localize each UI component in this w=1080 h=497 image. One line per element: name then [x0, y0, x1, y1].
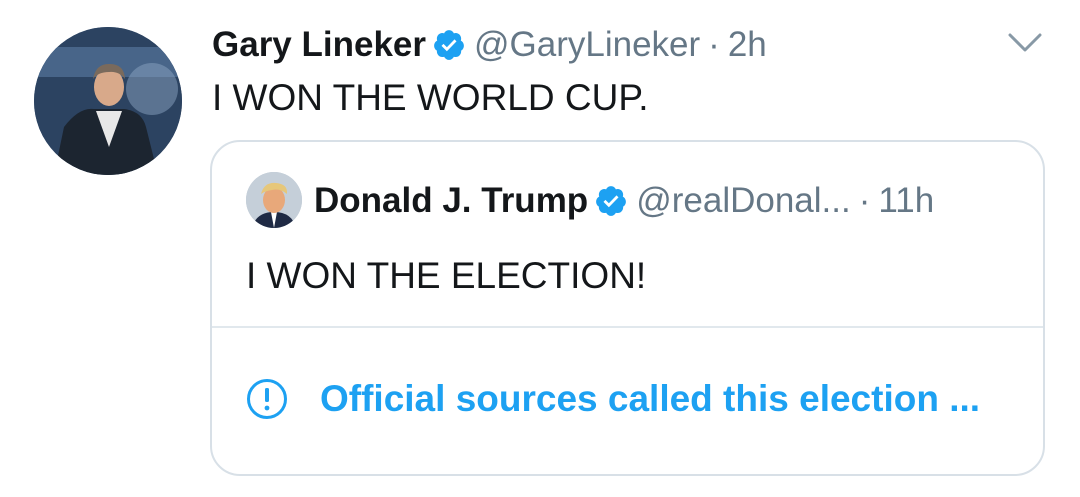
election-notice-link[interactable]: Official sources called this election ..… — [246, 374, 980, 424]
separator-dot: · — [858, 181, 871, 220]
avatar-photo — [34, 27, 182, 175]
author-name[interactable]: Gary Lineker — [212, 22, 426, 68]
verified-badge-icon — [432, 28, 466, 62]
author-handle[interactable]: @GaryLineker — [474, 22, 700, 68]
donald-trump-avatar[interactable] — [246, 172, 302, 228]
verified-badge-icon — [594, 184, 628, 218]
chevron-down-icon[interactable] — [1006, 30, 1044, 56]
tweet-timestamp[interactable]: 2h — [728, 22, 767, 68]
quoted-author-name[interactable]: Donald J. Trump — [314, 178, 588, 224]
divider — [212, 326, 1043, 328]
tweet-header: Gary Lineker @GaryLineker · 2h — [212, 20, 767, 70]
separator-dot: · — [708, 25, 720, 64]
election-notice-text[interactable]: Official sources called this election ..… — [320, 378, 980, 420]
quoted-tweet-card[interactable]: Donald J. Trump @realDonal... · 11h I WO… — [210, 140, 1045, 476]
quoted-author-handle[interactable]: @realDonal... — [636, 178, 851, 224]
avatar-photo — [246, 172, 302, 228]
quoted-tweet-timestamp[interactable]: 11h — [878, 178, 934, 224]
exclamation-circle-icon — [246, 378, 288, 420]
quoted-tweet-text: I WON THE ELECTION! — [246, 255, 647, 296]
quoted-tweet-header: Donald J. Trump @realDonal... · 11h — [314, 176, 934, 226]
tweet-text: I WON THE WORLD CUP. — [212, 77, 649, 118]
gary-lineker-avatar[interactable] — [34, 27, 182, 175]
tweet[interactable]: Gary Lineker @GaryLineker · 2h I WON THE… — [0, 0, 1080, 497]
